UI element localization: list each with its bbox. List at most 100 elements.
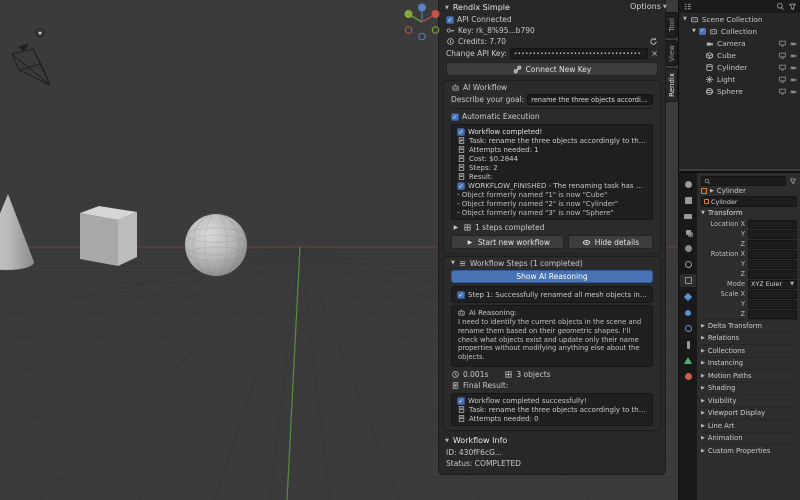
disable-in-render-icon[interactable] bbox=[789, 51, 798, 60]
hide-in-viewport-icon[interactable] bbox=[778, 39, 787, 48]
ai-workflow-header[interactable]: AI Workflow bbox=[444, 81, 660, 93]
hide-in-viewport-icon[interactable] bbox=[778, 63, 787, 72]
connect-new-key-button[interactable]: Connect New Key bbox=[446, 62, 658, 76]
section-delta-transform[interactable]: ▶ Delta Transform bbox=[701, 319, 797, 332]
outliner-editor-icon[interactable] bbox=[683, 2, 692, 11]
filter-icon[interactable] bbox=[789, 177, 797, 185]
sphere-object[interactable] bbox=[184, 213, 248, 277]
properties-tab-modifiers-icon[interactable] bbox=[680, 290, 696, 303]
properties-tab-world-icon[interactable] bbox=[680, 258, 696, 271]
rotation-z-label: Z bbox=[740, 270, 745, 278]
object-icon bbox=[704, 199, 709, 204]
outliner-row-collection[interactable]: ▼ ✓ Collection bbox=[679, 25, 800, 37]
goal-row: Describe your goal: bbox=[444, 93, 660, 106]
disable-in-render-icon[interactable] bbox=[789, 87, 798, 96]
step1-checkbox[interactable]: ✓ bbox=[457, 290, 465, 299]
gizmo-z-axis bbox=[418, 3, 426, 12]
result-summary-checkbox[interactable]: ✓ bbox=[457, 181, 465, 190]
location-z-field[interactable] bbox=[748, 239, 797, 249]
workflow-steps-header[interactable]: ▼ Workflow Steps (1 completed) bbox=[444, 257, 660, 269]
workflow-completed-checkbox[interactable]: ✓ bbox=[457, 127, 465, 136]
section-visibility[interactable]: ▶ Visibility bbox=[701, 394, 797, 407]
viewport-navigation-gizmo[interactable] bbox=[398, 1, 442, 47]
location-y-field[interactable] bbox=[748, 229, 797, 239]
section-line-art[interactable]: ▶ Line Art bbox=[701, 419, 797, 432]
scale-x-field[interactable] bbox=[748, 289, 797, 299]
properties-tab-viewlayer-icon[interactable] bbox=[680, 226, 696, 239]
disable-in-render-icon[interactable] bbox=[789, 63, 798, 72]
show-ai-reasoning-button[interactable]: Show AI Reasoning bbox=[451, 270, 653, 283]
section-viewport-display[interactable]: ▶ Viewport Display bbox=[701, 406, 797, 420]
rotation-z-field[interactable] bbox=[748, 269, 797, 279]
section-instancing[interactable]: ▶ Instancing bbox=[701, 356, 797, 370]
sidebar-tab-rendix[interactable]: Rendix bbox=[666, 68, 678, 102]
auto-execution-checkbox[interactable]: ✓ bbox=[451, 112, 459, 121]
api-connected-label: API Connected bbox=[457, 15, 512, 24]
viewport-options-button[interactable]: Options ▼ bbox=[630, 2, 667, 11]
rotation-x-field[interactable] bbox=[748, 249, 797, 259]
outliner-label: Sphere bbox=[717, 86, 743, 96]
properties-tab-constraints-icon[interactable] bbox=[680, 338, 696, 351]
properties-search-input[interactable] bbox=[701, 176, 786, 186]
result-item-row: - Object formerly named "1" is now "Cube… bbox=[452, 190, 652, 199]
collection-checkbox[interactable]: ✓ bbox=[698, 27, 706, 35]
rotation-y-field[interactable] bbox=[748, 259, 797, 269]
cube-object[interactable] bbox=[80, 206, 137, 266]
section-motion-paths[interactable]: ▶ Motion Paths bbox=[701, 369, 797, 382]
disable-in-render-icon[interactable] bbox=[789, 39, 798, 48]
3d-viewport[interactable]: Options ▼ ▼ Rendix Simple ✓ API Connecte… bbox=[0, 0, 678, 500]
location-x-field[interactable] bbox=[748, 219, 797, 229]
filter-icon[interactable] bbox=[788, 2, 797, 11]
disable-in-render-icon[interactable] bbox=[789, 75, 798, 84]
properties-tab-object-icon[interactable] bbox=[680, 274, 696, 287]
section-shading[interactable]: ▶ Shading bbox=[701, 381, 797, 395]
chevron-down-icon[interactable]: ▼ bbox=[683, 16, 687, 22]
workflow-info-title: Workflow Info bbox=[452, 436, 508, 446]
properties-tab-tool-icon[interactable] bbox=[680, 178, 696, 191]
goal-input[interactable] bbox=[527, 94, 653, 105]
clear-key-icon[interactable]: × bbox=[651, 49, 658, 58]
properties-tab-scene-icon[interactable] bbox=[680, 242, 696, 255]
hide-in-viewport-icon[interactable] bbox=[778, 75, 787, 84]
outliner-row-camera[interactable]: Camera bbox=[679, 37, 800, 49]
hide-details-button[interactable]: Hide details bbox=[567, 235, 654, 249]
cone-object[interactable] bbox=[0, 194, 35, 271]
section-collections[interactable]: ▶ Collections bbox=[701, 344, 797, 357]
object-name-field[interactable]: Cylinder bbox=[701, 196, 797, 207]
workflow-id-row: ID: 430fF6cG... bbox=[439, 447, 665, 458]
properties-tab-render-icon[interactable] bbox=[680, 194, 696, 207]
properties-tab-material-icon[interactable] bbox=[680, 370, 696, 383]
outliner-row-sphere[interactable]: Sphere bbox=[679, 85, 800, 97]
properties-tab-object-data-icon[interactable] bbox=[680, 354, 696, 367]
api-connected-checkbox[interactable]: ✓ bbox=[446, 15, 454, 24]
transform-panel-header[interactable]: ▼ Transform bbox=[701, 207, 797, 219]
start-new-workflow-button[interactable]: Start new workflow bbox=[451, 235, 564, 249]
hide-in-viewport-icon[interactable] bbox=[778, 87, 787, 96]
api-key-row: Key: rk_8%95...b790 bbox=[439, 25, 665, 36]
sidebar-tab-view[interactable]: View bbox=[666, 40, 678, 66]
outliner-row-light[interactable]: Light bbox=[679, 73, 800, 85]
hide-in-viewport-icon[interactable] bbox=[778, 51, 787, 60]
properties-tab-particles-icon[interactable] bbox=[680, 306, 696, 319]
section-animation[interactable]: ▶ Animation bbox=[701, 431, 797, 445]
properties-tab-output-icon[interactable] bbox=[680, 210, 696, 223]
properties-tab-physics-icon[interactable] bbox=[680, 322, 696, 335]
refresh-credits-icon[interactable] bbox=[649, 37, 658, 46]
section-custom-properties[interactable]: ▶ Custom Properties bbox=[701, 444, 797, 457]
light-object[interactable] bbox=[35, 28, 45, 38]
sidebar-tab-tool[interactable]: Tool bbox=[666, 12, 678, 38]
rotation-mode-dropdown[interactable]: XYZ Euler ▼ bbox=[748, 279, 797, 289]
section-relations[interactable]: ▶ Relations bbox=[701, 331, 797, 345]
search-icon[interactable] bbox=[776, 2, 785, 11]
final-success-checkbox[interactable]: ✓ bbox=[457, 396, 465, 405]
scale-y-field[interactable] bbox=[748, 299, 797, 309]
outliner-row-scene-collection[interactable]: ▼ Scene Collection bbox=[679, 13, 800, 25]
outliner-row-cube[interactable]: Cube bbox=[679, 49, 800, 61]
scale-z-field[interactable] bbox=[748, 309, 797, 319]
chevron-down-icon[interactable]: ▼ bbox=[692, 28, 696, 34]
camera-object[interactable] bbox=[11, 43, 51, 86]
api-key-input[interactable]: •••••••••••••••••••••••••••••••••• bbox=[509, 48, 649, 59]
gizmo-y-neg-axis bbox=[431, 26, 440, 34]
workflow-info-header[interactable]: ▼ Workflow Info bbox=[439, 433, 665, 447]
outliner-row-cylinder[interactable]: Cylinder bbox=[679, 61, 800, 73]
